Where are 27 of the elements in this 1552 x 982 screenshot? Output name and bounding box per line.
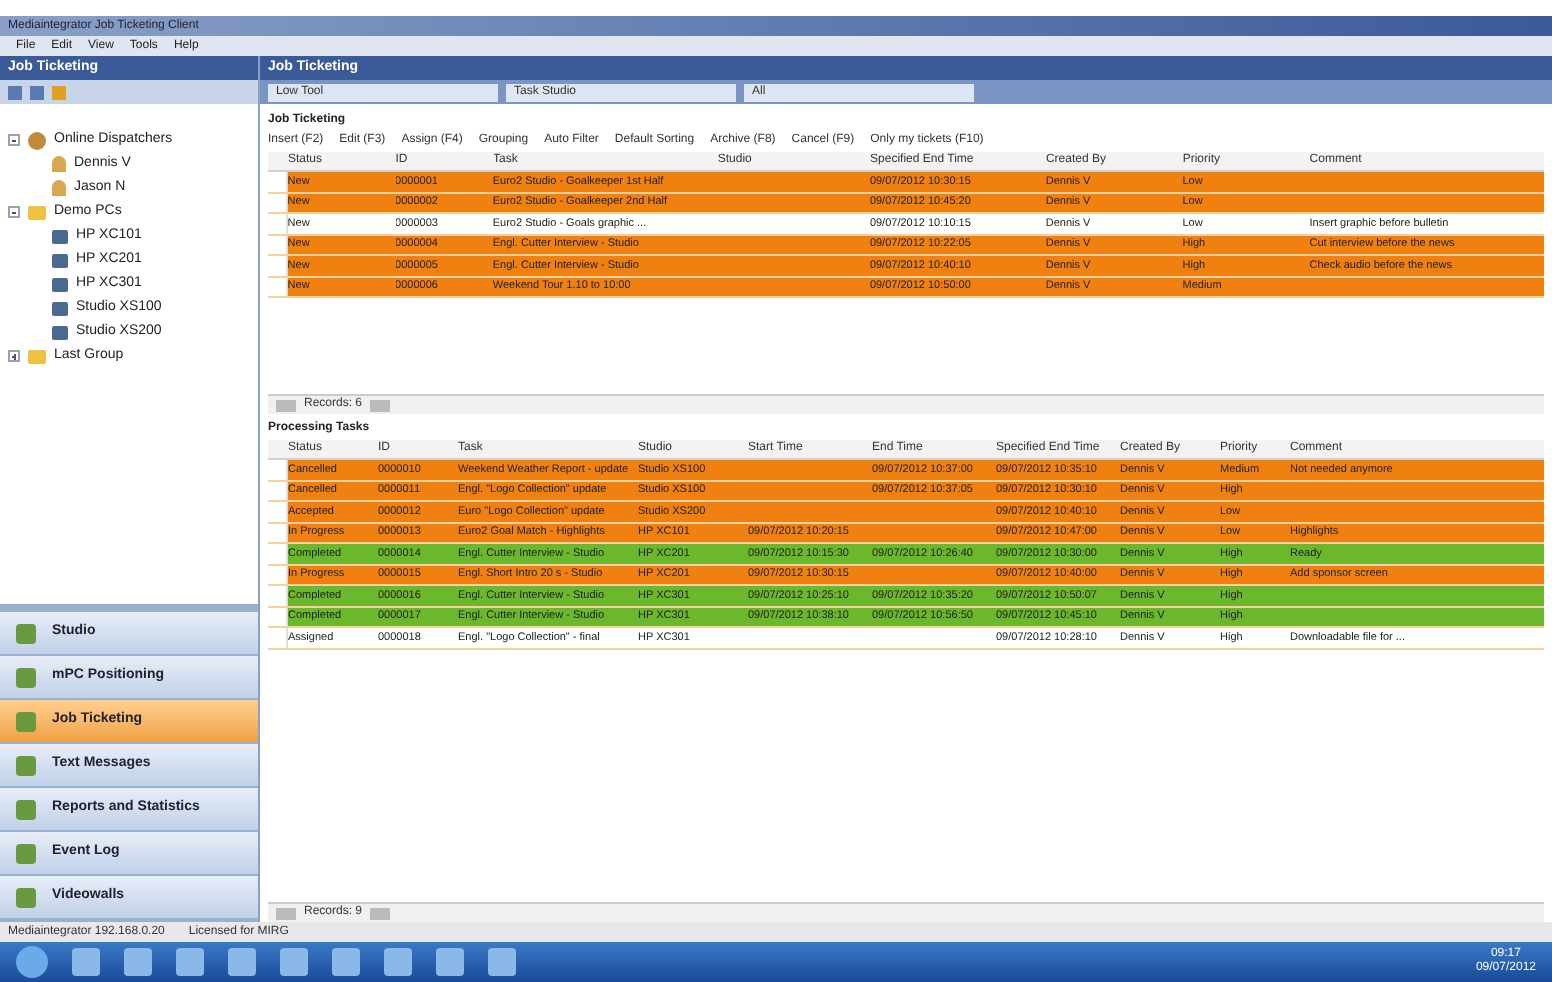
taskbar-app-icon[interactable]	[124, 948, 152, 976]
collapse-icon[interactable]	[8, 134, 20, 146]
taskbar-app-icon[interactable]	[176, 948, 204, 976]
module-icon	[16, 667, 36, 687]
users-icon	[28, 131, 46, 149]
expand-icon[interactable]	[8, 350, 20, 362]
taskbar-app-icon[interactable]	[280, 948, 308, 976]
folder-icon	[28, 349, 46, 363]
module-icon	[16, 887, 36, 907]
taskbar-app-icon[interactable]	[436, 948, 464, 976]
folder-icon	[28, 205, 46, 219]
taskbar-app-icon[interactable]	[228, 948, 256, 976]
pager-last-icon[interactable]	[370, 399, 391, 411]
taskbar-app-icon[interactable]	[72, 948, 100, 976]
start-button[interactable]	[16, 946, 48, 978]
pager-first-icon[interactable]	[276, 399, 296, 411]
taskbar-app-icon[interactable]	[332, 948, 360, 976]
module-icon	[16, 711, 36, 731]
taskbar-app-icon[interactable]	[488, 948, 516, 976]
pager-first-icon[interactable]	[276, 907, 296, 919]
module-icon	[16, 799, 36, 819]
module-icon	[16, 755, 36, 775]
collapse-icon[interactable]	[8, 206, 20, 218]
pager-last-icon[interactable]	[370, 907, 391, 919]
module-icon	[16, 623, 36, 643]
taskbar-app-icon[interactable]	[384, 948, 412, 976]
module-icon	[16, 843, 36, 863]
